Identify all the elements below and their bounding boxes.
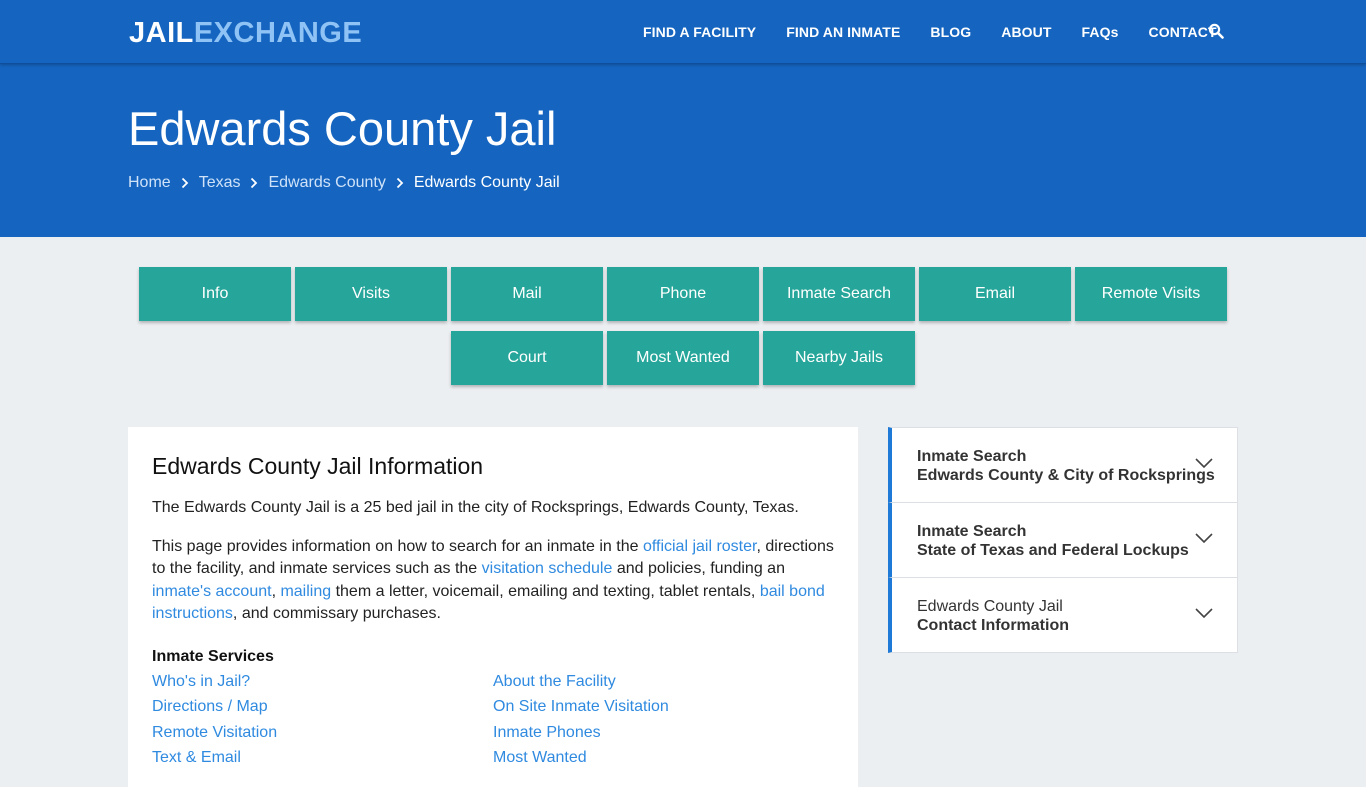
site-logo[interactable]: JAILEXCHANGE — [129, 16, 362, 50]
search-icon[interactable] — [1208, 23, 1224, 39]
accordion-subtitle: State of Texas and Federal Lockups — [917, 542, 1189, 559]
sidebar-accordion: Inmate Search Edwards County & City of R… — [888, 427, 1238, 653]
tab-inmate-search[interactable]: Inmate Search — [763, 267, 915, 321]
tab-mail[interactable]: Mail — [451, 267, 603, 321]
chevron-down-icon[interactable] — [1195, 457, 1213, 469]
visitation-schedule-link[interactable]: visitation schedule — [482, 560, 613, 577]
description-paragraph: This page provides information on how to… — [152, 536, 834, 626]
tab-court[interactable]: Court — [451, 331, 603, 385]
service-link-about-facility[interactable]: About the Facility — [493, 671, 793, 694]
tab-visits[interactable]: Visits — [295, 267, 447, 321]
accordion-inmate-search-county[interactable]: Inmate Search Edwards County & City of R… — [888, 427, 1238, 503]
top-navbar: JAILEXCHANGE FIND A FACILITY FIND AN INM… — [0, 0, 1366, 64]
breadcrumb-texas[interactable]: Texas — [199, 174, 241, 192]
accordion-title: Edwards County Jail — [917, 598, 1063, 615]
info-card: Edwards County Jail Information The Edwa… — [128, 427, 858, 787]
text: , and commissary purchases. — [232, 605, 441, 622]
chevron-down-icon[interactable] — [1195, 532, 1213, 544]
accordion-inmate-search-state[interactable]: Inmate Search State of Texas and Federal… — [888, 502, 1238, 578]
services-title: Inmate Services — [152, 647, 274, 665]
page-title: Edwards County Jail — [128, 102, 557, 155]
nav-find-facility[interactable]: FIND A FACILITY — [643, 24, 756, 40]
nav-faqs[interactable]: FAQs — [1082, 24, 1119, 40]
nav-about[interactable]: ABOUT — [1001, 24, 1051, 40]
tab-phone[interactable]: Phone — [607, 267, 759, 321]
accordion-title: Inmate Search — [917, 448, 1027, 465]
tab-info[interactable]: Info — [139, 267, 291, 321]
info-heading: Edwards County Jail Information — [152, 453, 484, 479]
nav-blog[interactable]: BLOG — [930, 24, 971, 40]
breadcrumb-current: Edwards County Jail — [413, 174, 560, 191]
breadcrumb-edwards-county[interactable]: Edwards County — [268, 174, 385, 192]
main-nav: FIND A FACILITY FIND AN INMATE BLOG ABOU… — [643, 0, 1217, 64]
nav-contact[interactable]: CONTACT — [1149, 24, 1217, 40]
breadcrumb-home[interactable]: Home — [128, 174, 171, 192]
service-link-whos-in-jail[interactable]: Who's in Jail? — [152, 671, 493, 694]
inmate-account-link[interactable]: inmate's account — [152, 583, 272, 600]
text: them a letter, voicemail, emailing and t… — [331, 582, 760, 600]
nav-find-inmate[interactable]: FIND AN INMATE — [786, 24, 900, 40]
accordion-title: Inmate Search — [917, 523, 1027, 540]
accordion-contact-information[interactable]: Edwards County Jail Contact Information — [888, 577, 1238, 653]
text: and policies, funding an — [612, 560, 785, 577]
logo-part-exchange: EXCHANGE — [193, 17, 363, 49]
text: This page provides information on how to… — [152, 537, 643, 555]
tab-remote-visits[interactable]: Remote Visits — [1075, 267, 1227, 321]
tab-most-wanted[interactable]: Most Wanted — [607, 331, 759, 385]
tab-nearby-jails[interactable]: Nearby Jails — [763, 331, 915, 385]
breadcrumb: Home Texas Edwards County Edwards County… — [128, 174, 560, 192]
service-link-onsite-visitation[interactable]: On Site Inmate Visitation — [493, 696, 793, 719]
chevron-right-icon — [251, 177, 258, 189]
service-link-inmate-phones[interactable]: Inmate Phones — [493, 722, 793, 745]
hero-banner: Edwards County Jail Home Texas Edwards C… — [0, 64, 1366, 237]
accordion-subtitle: Contact Information — [917, 617, 1069, 634]
official-jail-roster-link[interactable]: official jail roster — [643, 538, 757, 555]
logo-part-jail: JAIL — [129, 17, 194, 49]
chevron-down-icon[interactable] — [1195, 607, 1213, 619]
intro-paragraph: The Edwards County Jail is a 25 bed jail… — [152, 499, 799, 516]
chevron-right-icon — [396, 177, 404, 189]
tab-email[interactable]: Email — [919, 267, 1071, 321]
service-link-most-wanted[interactable]: Most Wanted — [493, 747, 793, 770]
services-list: Who's in Jail? About the Facility Direct… — [152, 671, 834, 770]
service-link-directions[interactable]: Directions / Map — [152, 696, 493, 719]
accordion-subtitle: Edwards County & City of Rocksprings — [917, 467, 1215, 484]
mailing-link[interactable]: mailing — [280, 583, 331, 600]
chevron-right-icon — [181, 177, 188, 189]
service-link-text-email[interactable]: Text & Email — [152, 747, 493, 770]
service-link-remote-visitation[interactable]: Remote Visitation — [152, 722, 493, 745]
